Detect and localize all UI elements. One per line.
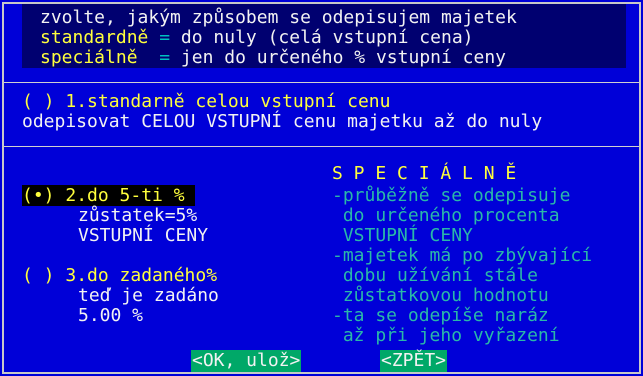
option1-label: 1.standarně celou vstupní cenu <box>54 91 391 112</box>
header-standard-key: standardně <box>40 27 149 48</box>
special-line: VSTUPNÍ CENY <box>332 225 473 246</box>
special-line: zůstatkovou hodnotu <box>332 285 549 306</box>
option1-description: odepisovat CELOU VSTUPNÍ cenu majetku až… <box>22 111 543 132</box>
back-button[interactable]: <ZPĚT> <box>380 350 448 372</box>
option1-standard[interactable]: ( ) 1.standarně celou vstupní cenu <box>22 92 390 112</box>
option1-radio[interactable]: ( ) <box>22 91 55 112</box>
special-title: S P E C I Á L N Ě <box>332 163 517 184</box>
header-special-key: speciálně <box>40 47 138 68</box>
header-special-line: speciálně = jen do určeného % vstupní ce… <box>40 48 506 68</box>
option3-entered: teď je zadáno <box>78 285 219 306</box>
header-standard-value: do nuly (celá vstupní cena) <box>180 27 474 48</box>
option2-remainder: zůstatek=5% <box>78 205 198 226</box>
option3-radio[interactable]: ( ) <box>22 265 55 286</box>
header-standard-eq: = <box>148 27 181 48</box>
special-line: do určeného procenta <box>332 205 560 226</box>
special-line: až při jeho vyřazení <box>332 325 560 346</box>
header-standard-line: standardně = do nuly (celá vstupní cena) <box>40 28 474 48</box>
special-line: -majetek má po zbývající <box>332 245 593 266</box>
header-special-value: jen do určeného % vstupní ceny <box>180 47 507 68</box>
option2-radio[interactable]: (•) <box>22 185 55 206</box>
option2-five-percent[interactable]: (•) 2.do 5-ti % <box>22 185 196 206</box>
option3-value: 5.00 % <box>78 305 144 326</box>
option3-label: 3.do zadaného% <box>54 265 218 286</box>
special-line: -ta se odepíše naráz <box>332 305 549 326</box>
separator-middle <box>4 146 639 147</box>
separator-top <box>4 82 639 83</box>
header-special-eq: = <box>137 47 181 68</box>
option3-custom-percent[interactable]: ( ) 3.do zadaného% <box>22 266 217 286</box>
option2-selected-highlight[interactable]: (•) 2.do 5-ti % <box>22 185 196 206</box>
option2-label: 2.do 5-ti % <box>54 185 196 206</box>
option2-input-price: VSTUPNÍ CENY <box>78 225 209 246</box>
dialog-window: zvolte, jakým způsobem se odepisujem maj… <box>0 0 643 376</box>
special-line: -průběžně se odepisuje <box>332 185 571 206</box>
header-title: zvolte, jakým způsobem se odepisujem maj… <box>40 7 517 28</box>
special-line: dobu užívání stále <box>332 265 538 286</box>
ok-save-button[interactable]: <OK, ulož> <box>191 350 302 372</box>
